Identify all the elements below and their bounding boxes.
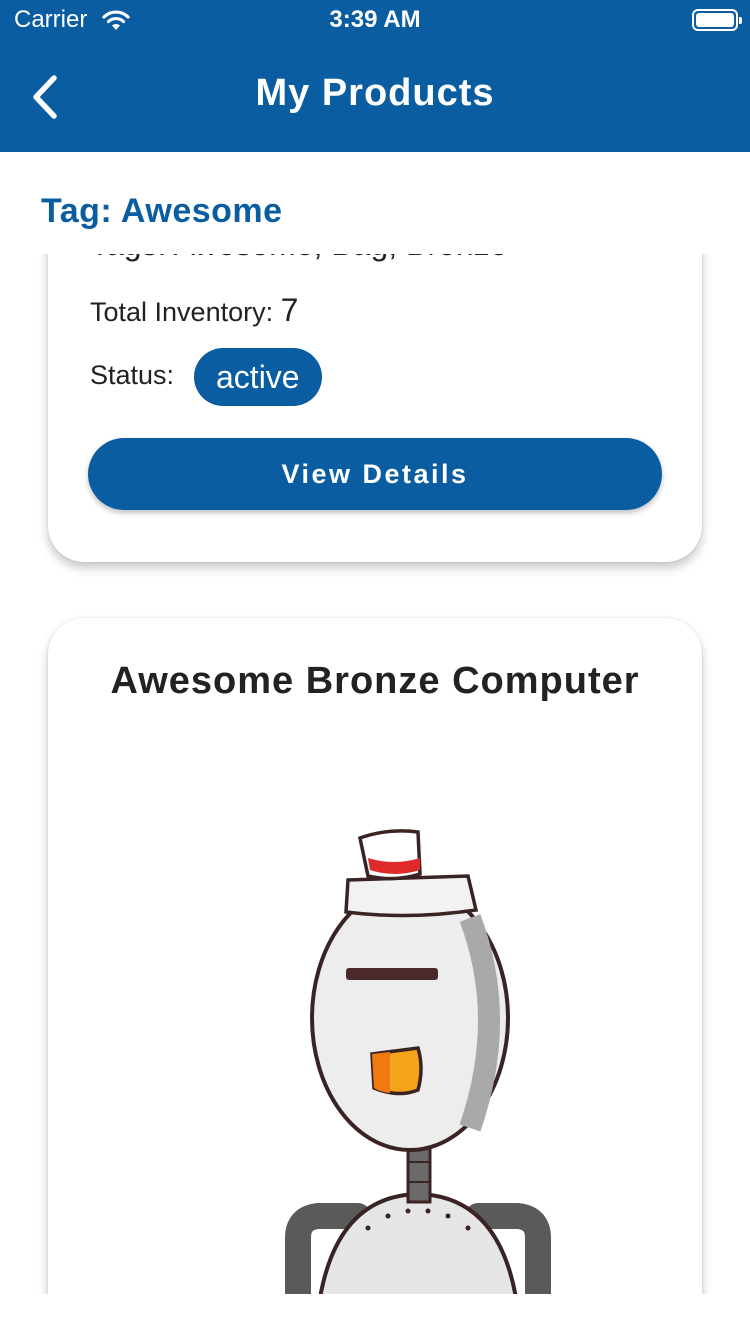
product-list[interactable]: Tags: Awesome, Bag, Bronze Total Invento… — [0, 254, 750, 1294]
product-card: Tags: Awesome, Bag, Bronze Total Invento… — [48, 254, 702, 562]
product-title: Awesome Bronze Computer — [110, 660, 640, 702]
tag-section-title: Tag: Awesome — [41, 192, 283, 230]
inventory-label: Total Inventory: — [90, 297, 274, 327]
robot-illustration — [285, 829, 551, 1294]
status-bar: Carrier 3:39 AM — [0, 0, 750, 40]
product-card[interactable]: Awesome Bronze Computer — [48, 618, 702, 1294]
inventory-value: 7 — [280, 292, 299, 328]
product-inventory: Total Inventory: 7 — [90, 292, 298, 329]
page-title: My Products — [255, 72, 495, 114]
app-header: Carrier 3:39 AM My Products — [0, 0, 750, 152]
product-tags: Tags: Awesome, Bag, Bronze — [90, 254, 507, 263]
status-label: Status: — [90, 360, 175, 390]
view-details-button[interactable]: View Details — [88, 438, 662, 510]
status-time: 3:39 AM — [329, 6, 421, 33]
status-badge: active — [194, 348, 322, 406]
battery-icon — [692, 9, 742, 31]
